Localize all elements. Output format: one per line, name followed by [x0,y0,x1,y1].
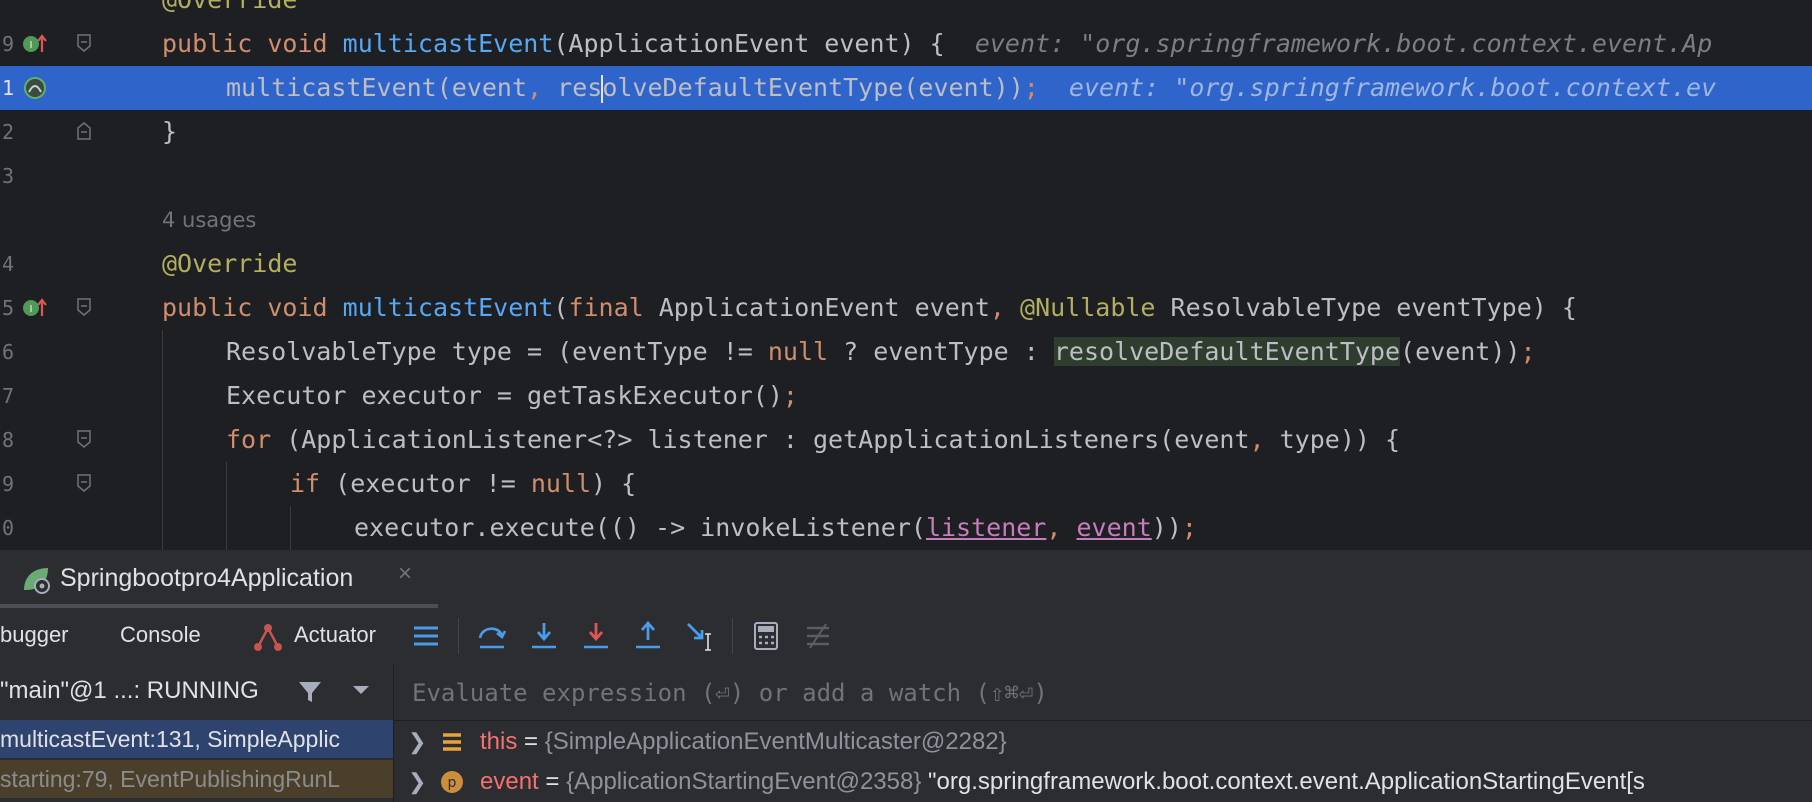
code-line-134[interactable]: 4 @Override [0,242,1812,286]
code-text: public void multicastEvent(ApplicationEv… [162,29,1713,58]
code-text: public void multicastEvent(final Applica… [162,293,1577,322]
code-line-128[interactable]: @Override [0,0,1812,22]
implementation-marker-icon[interactable]: I [22,32,48,56]
debug-toolbar: bugger Console Actuator [0,608,1812,665]
run-to-cursor-icon[interactable] [684,620,716,652]
code-line-139[interactable]: 9 if (executor != null) { [0,462,1812,506]
variable-text: this = {SimpleApplicationEventMulticaste… [480,728,1007,755]
tab-actuator[interactable]: Actuator [294,622,376,648]
tab-debugger[interactable]: bugger [0,622,69,648]
indent-guide [290,506,291,550]
run-configuration-label: Springbootpro4Application [60,564,354,592]
line-number: 1 [1,76,14,100]
line-number: 6 [1,340,14,364]
inline-debug-value: event: "org.springframework.boot.context… [1068,73,1717,102]
variable-text: event = {ApplicationStartingEvent@2358} … [480,768,1645,795]
actuator-icon [254,624,282,651]
code-line-133[interactable]: 3 [0,154,1812,198]
evaluate-expression-icon[interactable] [750,620,782,652]
line-number: 9 [1,472,14,496]
toolbar-separator [458,618,459,654]
code-text: multicastEvent(event, resolveDefaultEven… [226,73,1717,103]
code-editor[interactable]: @Override 9 I public void multicastEvent… [0,0,1812,550]
code-text: Executor executor = getTaskExecutor(); [226,381,798,410]
stack-frame-row[interactable]: multicastEvent:131, SimpleApplic [0,720,393,758]
usage-highlight: resolveDefaultEventType [1053,337,1401,366]
step-over-icon[interactable] [476,620,508,652]
chevron-right-icon[interactable]: ❯ [408,762,426,802]
code-line-137[interactable]: 7 Executor executor = getTaskExecutor(); [0,374,1812,418]
line-number: 8 [1,428,14,452]
tab-console[interactable]: Console [120,622,201,648]
variables-panel: ❯ this = {SimpleApplicationEventMulticas… [394,664,1812,802]
line-number: 2 [1,120,14,144]
code-line-136[interactable]: 6 ResolvableType type = (eventType != nu… [0,330,1812,374]
code-line-129[interactable]: 9 I public void multicastEvent(Applicati… [0,22,1812,66]
line-number: 7 [1,384,14,408]
svg-text:p: p [448,775,457,791]
usages-inlay-hint[interactable]: 4 usages [162,198,256,242]
code-line-138[interactable]: 8 for (ApplicationListener<?> listener :… [0,418,1812,462]
fold-marker-icon[interactable] [77,430,91,448]
code-line-135[interactable]: 5 I public void multicastEvent(final App… [0,286,1812,330]
force-step-into-icon[interactable] [580,620,612,652]
fold-marker-icon[interactable] [77,34,91,52]
code-text: if (executor != null) { [290,469,637,498]
svg-text:I: I [30,40,33,51]
step-out-icon[interactable] [632,620,664,652]
current-execution-line[interactable]: 1 multicastEvent(event, resolveDefaultEv… [0,66,1812,110]
evaluate-expression-input[interactable] [410,672,1794,714]
inline-debug-value: event: "org.springframework.boot.context… [974,29,1713,58]
debug-session-tabbar: Springbootpro4Application × [0,550,1812,608]
toolbar-separator [732,618,733,654]
override-annotation-partial: @Override [162,0,297,22]
code-line-140[interactable]: 0 executor.execute(() -> invokeListener(… [0,506,1812,550]
filter-icon[interactable] [296,678,324,706]
spring-boot-leaf-icon [24,568,50,594]
code-line-132[interactable]: 2 } [0,110,1812,154]
field-list-icon [443,733,461,751]
line-number: 5 [1,296,14,320]
code-text: for (ApplicationListener<?> listener : g… [226,425,1401,454]
chevron-right-icon[interactable]: ❯ [408,722,426,762]
code-text: executor.execute(() -> invokeListener(li… [354,513,1197,542]
line-number: 9 [1,32,14,56]
svg-text:I: I [30,304,33,315]
evaluate-bar [394,664,1812,721]
variable-row[interactable]: ❯ p event = {ApplicationStartingEvent@23… [394,762,1812,802]
layout-settings-icon[interactable] [410,620,442,652]
fold-marker-icon[interactable] [77,474,91,492]
thread-selector[interactable]: "main"@1 ...: RUNNING [0,664,393,720]
override-annotation: @Override [162,249,298,278]
fold-marker-icon[interactable] [77,298,91,316]
line-number: 0 [1,516,14,540]
stack-frame-row[interactable]: starting:79, EventPublishingRunL [0,760,393,798]
line-number: 3 [1,164,14,188]
code-text: ResolvableType type = (eventType != null… [226,337,1536,366]
variable-row[interactable]: ❯ this = {SimpleApplicationEventMulticas… [394,722,1812,762]
breakpoint-icon[interactable] [22,76,48,100]
mute-breakpoints-icon[interactable] [802,620,834,652]
indent-guide [162,330,163,550]
close-tab-icon[interactable]: × [398,560,412,588]
line-number: 4 [1,252,14,276]
implementation-marker-icon[interactable]: I [22,296,48,320]
parameter-icon: p [441,771,463,793]
run-configuration-tab[interactable]: Springbootpro4Application × [0,550,438,608]
step-into-icon[interactable] [528,620,560,652]
code-text: } [162,117,178,146]
indent-guide [226,462,227,550]
thread-label: "main"@1 ...: RUNNING [0,677,259,704]
frames-panel: "main"@1 ...: RUNNING multicastEvent:131… [0,664,394,802]
chevron-down-icon[interactable] [352,684,370,696]
fold-end-icon[interactable] [77,122,91,140]
